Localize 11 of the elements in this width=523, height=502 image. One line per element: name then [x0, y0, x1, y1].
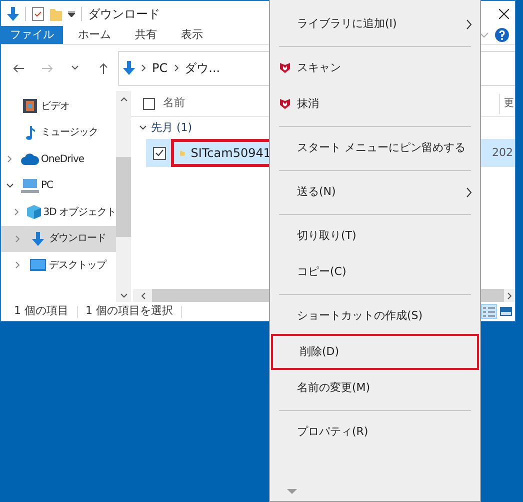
- nav-label: ダウンロード: [49, 232, 106, 246]
- date-cell-text: 202: [492, 144, 513, 161]
- nav-label: ビデオ: [41, 100, 70, 114]
- nav-label: OneDrive: [41, 152, 84, 167]
- nav-label: 3D オブジェクト: [43, 206, 116, 220]
- nav-label: デスクトップ: [49, 258, 106, 273]
- nav-label: ミュージック: [41, 126, 98, 140]
- window-title: ダウンロード: [88, 6, 160, 22]
- status-text: 1 個の項目を選択: [86, 303, 173, 320]
- nav-label: PC: [41, 179, 54, 194]
- status-text: 1 個の項目: [14, 303, 68, 320]
